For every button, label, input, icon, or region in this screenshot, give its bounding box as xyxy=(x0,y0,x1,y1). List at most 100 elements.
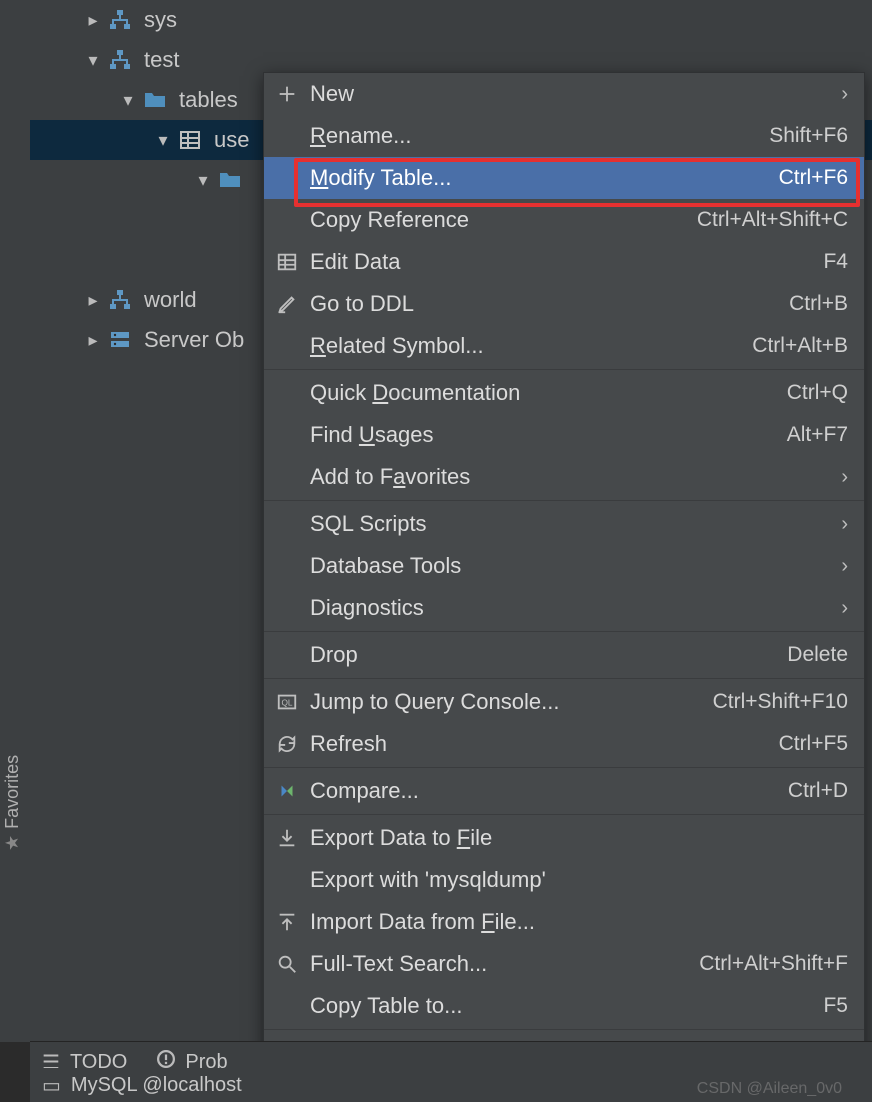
menu-icon-empty xyxy=(270,991,304,1021)
menu-item[interactable]: Import Data from File... xyxy=(264,901,864,943)
menu-icon-empty xyxy=(270,121,304,151)
menu-item-label: Rename... xyxy=(310,123,769,149)
menu-item-label: SQL Scripts xyxy=(310,511,833,537)
menu-item[interactable]: RefreshCtrl+F5 xyxy=(264,723,864,765)
chevron-icon[interactable]: ▾ xyxy=(190,170,216,191)
ql-icon: QL xyxy=(270,687,304,717)
menu-icon-empty xyxy=(270,462,304,492)
menu-item-label: Edit Data xyxy=(310,249,823,275)
menu-item[interactable]: DropDelete xyxy=(264,634,864,676)
menu-item[interactable]: Edit DataF4 xyxy=(264,241,864,283)
chevron-right-icon: › xyxy=(841,597,848,620)
chevron-right-icon: › xyxy=(841,83,848,106)
menu-item[interactable]: Quick DocumentationCtrl+Q xyxy=(264,372,864,414)
watermark: CSDN @Aileen_0v0 xyxy=(697,1080,842,1098)
menu-item-label: Compare... xyxy=(310,778,788,804)
tree-item-label: world xyxy=(144,287,197,313)
menu-item-label: Import Data from File... xyxy=(310,909,848,935)
menu-item-shortcut: Ctrl+F6 xyxy=(779,166,848,190)
menu-separator xyxy=(264,814,864,815)
menu-item-label: Find Usages xyxy=(310,422,787,448)
menu-item-label: Related Symbol... xyxy=(310,333,752,359)
chevron-icon[interactable]: ▸ xyxy=(80,330,106,351)
menu-item[interactable]: Diagnostics › xyxy=(264,587,864,629)
menu-icon-empty xyxy=(270,551,304,581)
svg-text:QL: QL xyxy=(282,699,293,708)
schema-icon xyxy=(106,46,134,74)
menu-item-label: Go to DDL xyxy=(310,291,789,317)
menu-item[interactable]: Compare...Ctrl+D xyxy=(264,770,864,812)
menu-item-shortcut: F4 xyxy=(823,250,848,274)
menu-item-label: New xyxy=(310,81,833,107)
search-icon xyxy=(270,949,304,979)
menu-item[interactable]: Go to DDLCtrl+B xyxy=(264,283,864,325)
tree-item-label: use xyxy=(214,127,249,153)
menu-item-label: Database Tools xyxy=(310,553,833,579)
menu-item-shortcut: Delete xyxy=(787,643,848,667)
menu-item-shortcut: Ctrl+Shift+F10 xyxy=(713,690,848,714)
schema-icon xyxy=(106,286,134,314)
folder-icon xyxy=(141,86,169,114)
tree-item[interactable]: ▸ sys xyxy=(30,0,872,40)
menu-item[interactable]: Add to Favorites› xyxy=(264,456,864,498)
menu-item[interactable]: New › xyxy=(264,73,864,115)
menu-item-shortcut: Ctrl+D xyxy=(788,779,848,803)
folder-icon xyxy=(216,166,244,194)
menu-item-shortcut: Ctrl+F5 xyxy=(779,732,848,756)
menu-item[interactable]: Modify Table...Ctrl+F6 xyxy=(264,157,864,199)
chevron-icon[interactable]: ▾ xyxy=(150,130,176,151)
menu-item[interactable]: Find UsagesAlt+F7 xyxy=(264,414,864,456)
menu-separator xyxy=(264,369,864,370)
menu-item-shortcut: Shift+F6 xyxy=(769,124,848,148)
menu-item-label: Export with 'mysqldump' xyxy=(310,867,848,893)
chevron-icon[interactable]: ▸ xyxy=(80,290,106,311)
menu-separator xyxy=(264,1029,864,1030)
schema-icon xyxy=(106,6,134,34)
export-icon xyxy=(270,823,304,853)
menu-icon-empty xyxy=(270,593,304,623)
import-icon xyxy=(270,907,304,937)
menu-separator xyxy=(264,631,864,632)
menu-item[interactable]: Export Data to File xyxy=(264,817,864,859)
tree-item-label: sys xyxy=(144,7,177,33)
menu-item-label: Quick Documentation xyxy=(310,380,787,406)
menu-item[interactable]: Rename...Shift+F6 xyxy=(264,115,864,157)
chevron-right-icon: › xyxy=(841,513,848,536)
menu-separator xyxy=(264,767,864,768)
console-icon: ▭ xyxy=(42,1073,61,1098)
chevron-icon[interactable]: ▸ xyxy=(80,10,106,31)
status-text: MySQL @localhost xyxy=(71,1074,242,1097)
menu-icon-empty xyxy=(270,205,304,235)
menu-item-shortcut: Ctrl+Alt+Shift+C xyxy=(697,208,848,232)
menu-item[interactable]: SQL Scripts › xyxy=(264,503,864,545)
menu-item[interactable]: Export with 'mysqldump' xyxy=(264,859,864,901)
chevron-icon[interactable]: ▾ xyxy=(115,90,141,111)
menu-item-label: Full-Text Search... xyxy=(310,951,699,977)
chevron-icon[interactable]: ▾ xyxy=(80,50,106,71)
sidebar-left: ★Favorites xyxy=(0,0,31,1042)
menu-item-shortcut: F5 xyxy=(823,994,848,1018)
menu-icon-empty xyxy=(270,420,304,450)
menu-item-label: Copy Reference xyxy=(310,207,697,233)
menu-item[interactable]: Full-Text Search...Ctrl+Alt+Shift+F xyxy=(264,943,864,985)
menu-item[interactable]: QL Jump to Query Console...Ctrl+Shift+F10 xyxy=(264,681,864,723)
menu-icon-empty xyxy=(270,331,304,361)
menu-icon-empty xyxy=(270,509,304,539)
menu-item[interactable]: Copy ReferenceCtrl+Alt+Shift+C xyxy=(264,199,864,241)
sidebar-tab-favorites[interactable]: ★Favorites xyxy=(2,755,23,851)
menu-item-label: Modify Table... xyxy=(310,165,779,191)
menu-item-shortcut: Ctrl+Alt+B xyxy=(752,334,848,358)
menu-icon-empty xyxy=(270,865,304,895)
menu-item-label: Diagnostics xyxy=(310,595,833,621)
menu-item[interactable]: Copy Table to...F5 xyxy=(264,985,864,1027)
menu-separator xyxy=(264,500,864,501)
menu-icon-empty xyxy=(270,640,304,670)
menu-item-shortcut: Ctrl+B xyxy=(789,292,848,316)
menu-item-label: Drop xyxy=(310,642,787,668)
refresh-icon xyxy=(270,729,304,759)
menu-item[interactable]: Database Tools › xyxy=(264,545,864,587)
server-objects-icon xyxy=(106,326,134,354)
menu-item-label: Jump to Query Console... xyxy=(310,689,713,715)
chevron-right-icon: › xyxy=(841,555,848,578)
menu-item[interactable]: Related Symbol...Ctrl+Alt+B xyxy=(264,325,864,367)
